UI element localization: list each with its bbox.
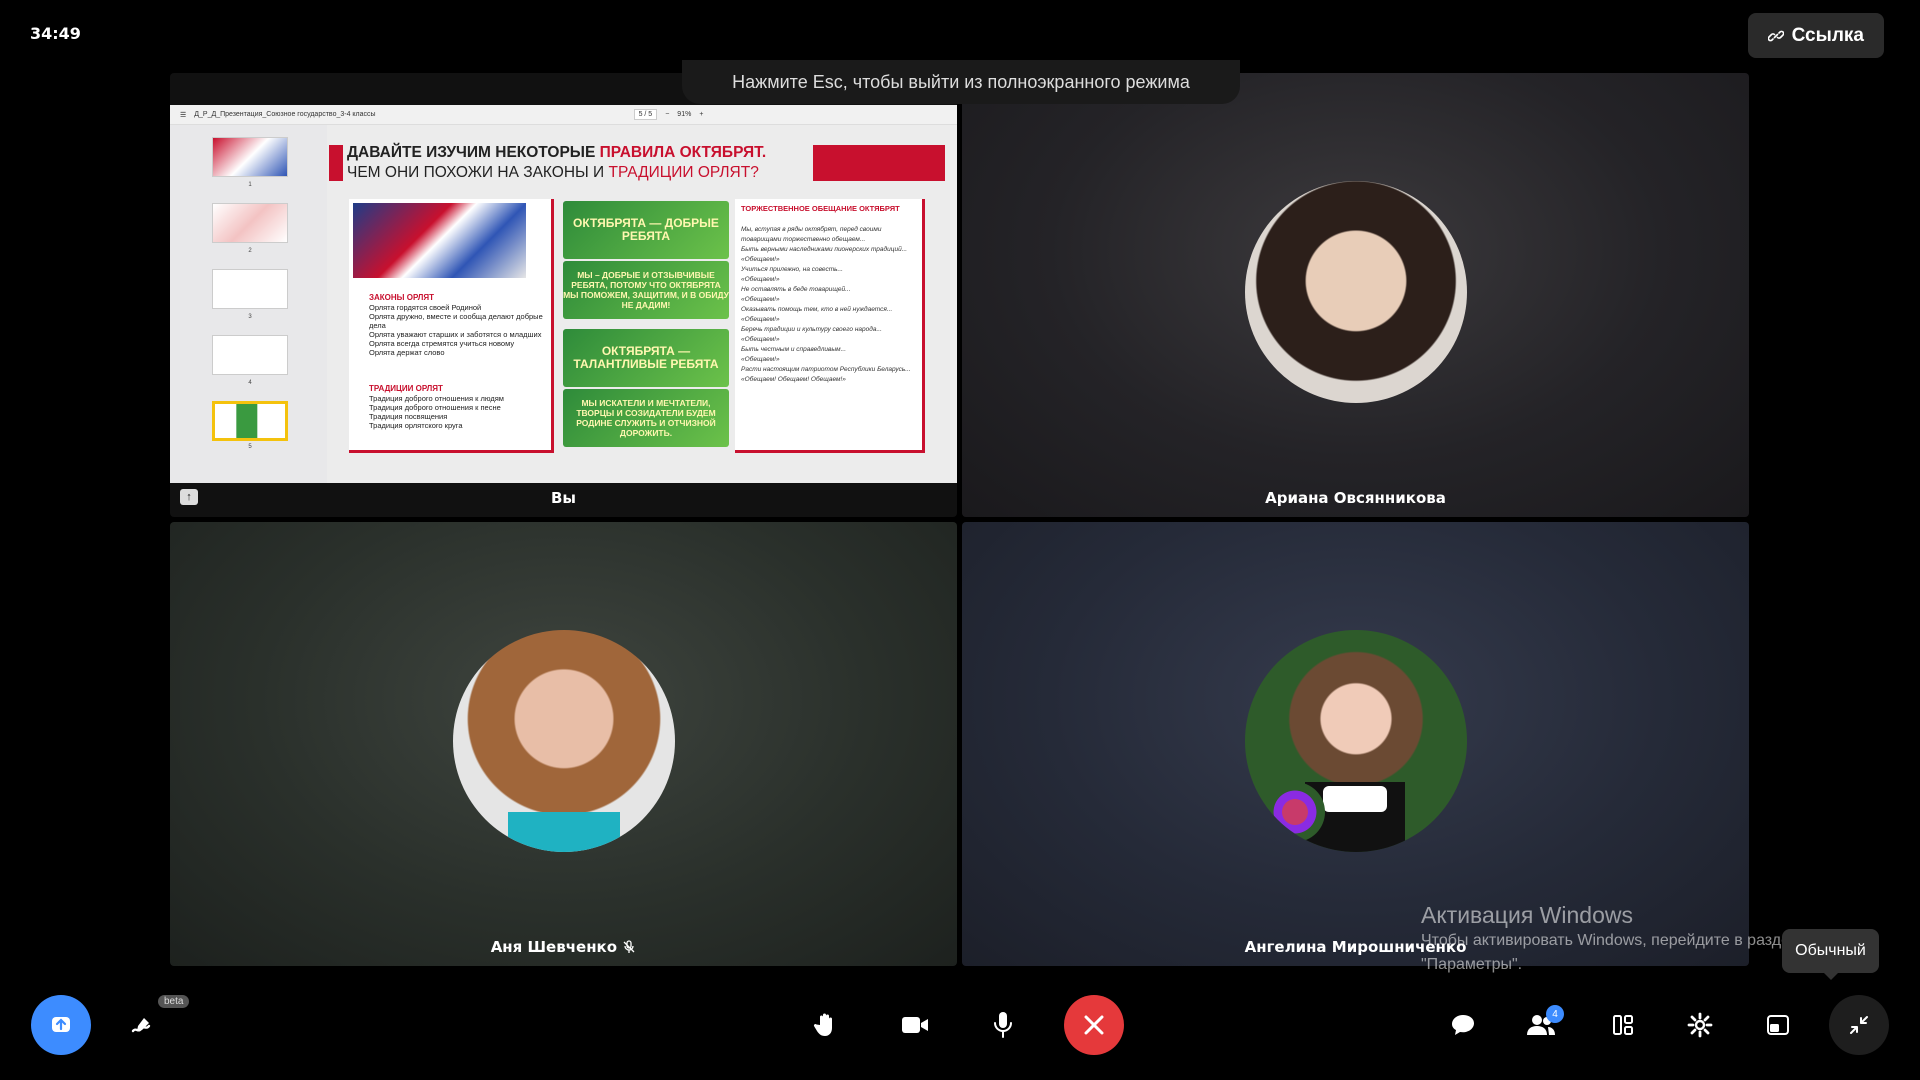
tile-self-screenshare[interactable]: ☰ Д_Р_Д_Презентация_Союзное государство_… <box>170 73 957 517</box>
green-banner: ОКТЯБРЯТА — ДОБРЫЕ РЕБЯТА <box>563 201 729 259</box>
tile-participant[interactable]: Ариана Овсянникова <box>962 73 1749 517</box>
group-photo <box>353 203 526 278</box>
tile-participant[interactable]: Аня Шевченко <box>170 522 957 966</box>
draw-icon <box>131 1018 151 1033</box>
pdf-toolbar: ☰ Д_Р_Д_Презентация_Союзное государство_… <box>170 105 957 125</box>
end-call-button[interactable] <box>1064 995 1124 1055</box>
upload-icon <box>52 1017 70 1032</box>
gear-icon <box>1687 1012 1713 1038</box>
share-screen-button[interactable] <box>31 995 91 1055</box>
green-banner: МЫ ИСКАТЕЛИ И МЕЧТАТЕЛИ, ТВОРЦЫ И СОЗИДА… <box>563 389 729 447</box>
red-bar <box>329 145 343 181</box>
layout-button[interactable] <box>1593 995 1653 1055</box>
link-label: Ссылка <box>1791 24 1864 46</box>
pdf-zoom: 91% <box>677 111 692 118</box>
chat-icon <box>1452 1015 1474 1035</box>
camera-icon <box>902 1017 928 1033</box>
oath-card: ТОРЖЕСТВЕННОЕ ОБЕЩАНИЕ ОКТЯБРЯТ Мы, всту… <box>735 199 925 453</box>
picture-in-picture-button[interactable] <box>1748 995 1808 1055</box>
tooltip: Обычный <box>1782 929 1879 980</box>
participant-name: Ариана Овсянникова <box>1265 489 1446 507</box>
participants-count-badge: 4 <box>1546 1005 1564 1023</box>
thumb-page: 4 <box>212 335 288 386</box>
avatar <box>1245 181 1467 403</box>
hand-icon <box>813 1013 832 1036</box>
slide: ДАВАЙТЕ ИЗУЧИМ НЕКОТОРЫЕ ПРАВИЛА ОКТЯБРЯ… <box>327 125 957 483</box>
slide-title: ДАВАЙТЕ ИЗУЧИМ НЕКОТОРЫЕ ПРАВИЛА ОКТЯБРЯ… <box>347 144 767 181</box>
avatar <box>453 630 675 852</box>
shared-screen: ☰ Д_Р_Д_Презентация_Союзное государство_… <box>170 105 957 483</box>
green-banner: МЫ – ДОБРЫЕ И ОТЗЫВЧИВЫЕ РЕБЯТА, ПОТОМУ … <box>563 261 729 319</box>
windows-activation-watermark: Активация Windows Чтобы активировать Win… <box>1421 902 1799 973</box>
raise-hand-button[interactable] <box>795 995 855 1055</box>
exit-fullscreen-button[interactable] <box>1829 995 1889 1055</box>
traditions-text: Традиция доброго отношения к людям Тради… <box>369 394 504 430</box>
link-icon <box>1767 30 1784 41</box>
pdf-page: 5 / 5 <box>633 109 658 120</box>
thumb-page: 1 <box>212 137 288 188</box>
avatar <box>1245 630 1467 852</box>
settings-button[interactable] <box>1670 995 1730 1055</box>
microphone-button[interactable] <box>973 995 1033 1055</box>
camera-button[interactable] <box>885 995 945 1055</box>
menu-icon: ☰ <box>180 111 187 119</box>
laws-text: Орлята гордятся своей Родиной Орлята дру… <box>369 303 543 357</box>
pip-icon <box>1767 1015 1789 1035</box>
thumb-page: 2 <box>212 203 288 254</box>
pdf-thumbnails: 1 2 3 4 5 <box>170 125 327 483</box>
laws-heading: ЗАКОНЫ ОРЛЯТ <box>369 293 435 302</box>
layout-grid-icon <box>1613 1015 1633 1035</box>
red-bar <box>813 145 945 181</box>
thumb-page: 3 <box>212 269 288 320</box>
fullscreen-hint: Нажмите Esc, чтобы выйти из полноэкранно… <box>682 60 1240 104</box>
mic-muted-icon <box>623 940 635 953</box>
call-timer: 34:49 <box>30 24 81 43</box>
traditions-heading: ТРАДИЦИИ ОРЛЯТ <box>369 384 443 393</box>
zoom-in-icon: + <box>699 111 704 118</box>
participant-name: Вы <box>551 489 576 507</box>
laws-card: ЗАКОНЫ ОРЛЯТ Орлята гордятся своей Родин… <box>349 199 554 453</box>
tile-participant[interactable]: Ангелина Мирошниченко <box>962 522 1749 966</box>
participant-name: Аня Шевченко <box>170 938 957 956</box>
oath-text: Мы, вступая в ряды октябрят, перед своим… <box>741 226 911 383</box>
oath-heading: ТОРЖЕСТВЕННОЕ ОБЕЩАНИЕ ОКТЯБРЯТ <box>741 204 900 213</box>
microphone-icon <box>994 1012 1012 1038</box>
close-icon <box>1084 1015 1104 1035</box>
zoom-out-icon: − <box>665 111 670 118</box>
beta-badge: beta <box>158 995 190 1008</box>
thumb-page-active: 5 <box>212 401 288 450</box>
participants-button[interactable] <box>1511 995 1571 1055</box>
minimize-icon <box>1850 1016 1868 1034</box>
link-button[interactable]: Ссылка <box>1747 13 1884 58</box>
green-banner: ОКТЯБРЯТА — ТАЛАНТЛИВЫЕ РЕБЯТА <box>563 329 729 387</box>
chat-button[interactable] <box>1433 995 1493 1055</box>
pdf-filename: Д_Р_Д_Презентация_Союзное государство_3-… <box>194 111 376 118</box>
